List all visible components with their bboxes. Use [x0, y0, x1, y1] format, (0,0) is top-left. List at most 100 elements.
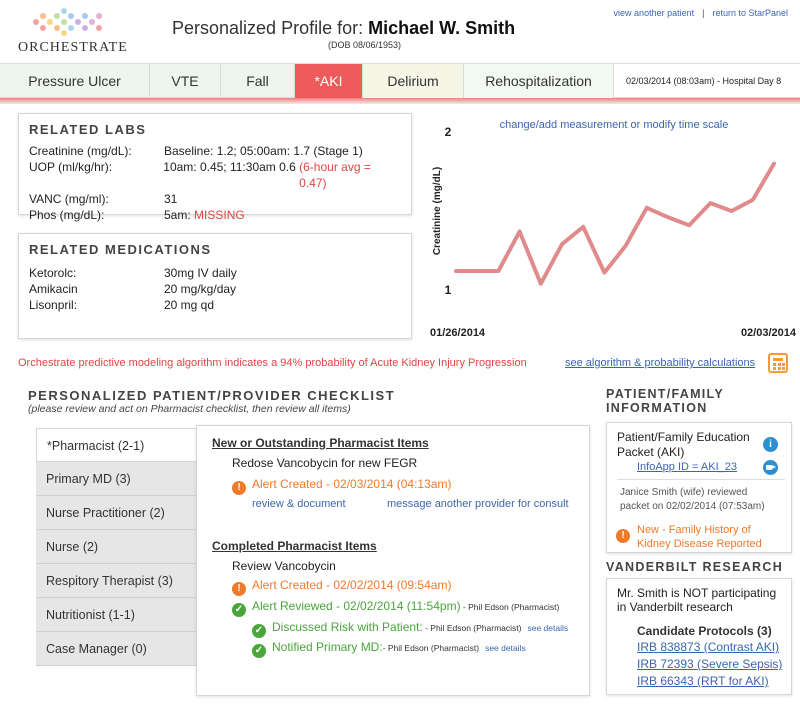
- alert-reviewed-by: - Phil Edson (Pharmacist): [460, 602, 560, 612]
- lab-label: Phos (mg/dL):: [29, 208, 105, 222]
- patient-family-panel: Patient/Family Education Packet (AKI) i …: [606, 422, 792, 553]
- lab-label: VANC (mg/ml):: [29, 192, 109, 206]
- creatinine-chart: change/add measurement or modify time sc…: [420, 112, 798, 344]
- role-tab-nutritionist[interactable]: Nutritionist (1-1): [36, 598, 196, 632]
- packet-review-note: Janice Smith (wife) reviewed packet on 0…: [620, 486, 765, 514]
- protocol-link[interactable]: IRB 72393 (Severe Sepsis): [637, 657, 782, 671]
- tab-vte[interactable]: VTE: [150, 64, 221, 98]
- divider: [617, 479, 785, 480]
- tab-delirium[interactable]: Delirium: [363, 64, 464, 98]
- page-title: Personalized Profile for: Michael W. Smi…: [172, 18, 515, 39]
- protocol-link[interactable]: IRB 838873 (Contrast AKI): [637, 640, 779, 654]
- see-details-link[interactable]: see details: [485, 643, 526, 653]
- creatinine-chart-svg: change/add measurement or modify time sc…: [430, 119, 797, 339]
- candidate-protocols-heading: Candidate Protocols (3): [637, 624, 772, 638]
- title-prefix: Personalized Profile for:: [172, 18, 364, 38]
- prediction-text: Orchestrate predictive modeling algorith…: [18, 357, 527, 369]
- lab-row-vanc: VANC (mg/ml): 31: [29, 191, 401, 207]
- see-details-link[interactable]: see details: [527, 623, 568, 633]
- chart-y-tick-bottom: 1: [445, 283, 452, 297]
- chart-y-axis-label: Creatinine (mg/dL): [432, 167, 443, 255]
- pharmacist-checklist-panel: New or Outstanding Pharmacist Items Redo…: [196, 425, 590, 696]
- patient-name: Michael W. Smith: [368, 18, 516, 38]
- top-links: view another patient | return to StarPanel: [614, 8, 788, 18]
- message-provider-link[interactable]: message another provider for consult: [387, 498, 569, 510]
- patient-family-heading-line2: INFORMATION: [606, 401, 708, 415]
- role-tab-pharmacist[interactable]: *Pharmacist (2-1): [36, 428, 196, 462]
- calculator-icon[interactable]: [768, 353, 788, 373]
- outstanding-alert-row: ! Alert Created - 02/03/2014 (04:13am): [232, 477, 451, 495]
- med-row: Ketorolc: 30mg IV daily: [29, 265, 401, 281]
- outstanding-item: Redose Vancobycin for new FEGR: [232, 456, 418, 470]
- chart-x-tick-end: 02/03/2014: [741, 327, 797, 339]
- education-title-line1: Patient/Family Education: [617, 430, 750, 444]
- med-dose: 20 mg qd: [164, 298, 215, 312]
- med-name: Ketorolc:: [29, 266, 77, 280]
- infoapp-link[interactable]: InfoApp ID = AKI_23: [637, 461, 737, 473]
- med-row: Lisonpril: 20 mg qd: [29, 297, 401, 313]
- alert-icon: !: [232, 481, 246, 495]
- discussed-risk-text: Discussed Risk with Patient:: [272, 620, 423, 634]
- completed-alert-text: Alert Created - 02/02/2014 (09:54am): [252, 578, 452, 592]
- lab-value: 10am: 0.45; 11:30am 0.6: [163, 160, 300, 174]
- role-tabs: *Pharmacist (2-1) Primary MD (3) Nurse P…: [36, 428, 196, 666]
- tab-pressure-ulcer[interactable]: Pressure Ulcer: [0, 64, 150, 98]
- tab-aki[interactable]: *AKI: [295, 64, 363, 98]
- video-camera-icon[interactable]: [763, 460, 778, 475]
- risk-tabbar: Pressure Ulcer VTE Fall *AKI Delirium Re…: [0, 63, 800, 98]
- role-tab-respiratory-therapist[interactable]: Respitory Therapist (3): [36, 564, 196, 598]
- patient-family-heading-line1: PATIENT/FAMILY: [606, 387, 724, 401]
- modify-time-scale-link[interactable]: change/add measurement or modify time sc…: [500, 119, 729, 131]
- link-separator: |: [702, 8, 705, 18]
- completed-item: Review Vancobycin: [232, 559, 336, 573]
- role-tab-primary-md[interactable]: Primary MD (3): [36, 462, 196, 496]
- research-status: Mr. Smith is NOT participating in Vander…: [617, 586, 776, 614]
- role-tab-nurse-practitioner[interactable]: Nurse Practitioner (2): [36, 496, 196, 530]
- research-status-line1: Mr. Smith is NOT participating: [617, 586, 777, 600]
- tab-fall[interactable]: Fall: [221, 64, 295, 98]
- active-tab-underline: [0, 98, 800, 104]
- chart-x-tick-start: 01/26/2014: [430, 327, 486, 339]
- related-labs-panel: RELATED LABS Creatinine (mg/dL): Baselin…: [18, 113, 412, 222]
- med-name: Amikacin: [29, 282, 78, 296]
- notified-md-row: ✓ Notified Primary MD:- Phil Edson (Pharm…: [252, 640, 526, 658]
- lab-value: 31: [164, 192, 178, 206]
- family-history-alert-line2: Kidney Disease Reported: [637, 538, 762, 550]
- notified-md-text: Notified Primary MD:: [272, 640, 383, 654]
- view-another-patient-link[interactable]: view another patient: [614, 8, 695, 18]
- lab-value: 5am:: [164, 208, 195, 222]
- alert-icon: !: [616, 529, 630, 543]
- review-document-link[interactable]: review & document: [252, 498, 346, 510]
- hospital-day-info: 02/03/2014 (08:03am) - Hospital Day 8: [614, 64, 800, 97]
- related-medications-heading: RELATED MEDICATIONS: [29, 242, 212, 257]
- role-tab-nurse[interactable]: Nurse (2): [36, 530, 196, 564]
- education-packet-title: Patient/Family Education Packet (AKI): [617, 430, 750, 460]
- med-dose: 30mg IV daily: [164, 266, 237, 280]
- creatinine-series-line: [454, 161, 776, 286]
- check-icon: ✓: [232, 603, 246, 617]
- alert-icon: !: [232, 582, 246, 596]
- logo-text: ORCHESTRATE: [18, 40, 128, 55]
- check-icon: ✓: [252, 624, 266, 638]
- lab-label: Creatinine (mg/dL):: [29, 144, 132, 158]
- discussed-risk-row: ✓ Discussed Risk with Patient: - Phil Eds…: [252, 620, 568, 638]
- completed-heading: Completed Pharmacist Items: [212, 539, 377, 553]
- info-icon[interactable]: i: [763, 437, 778, 452]
- orchestrate-logo: ORCHESTRATE: [18, 8, 128, 56]
- alert-reviewed-text: Alert Reviewed - 02/02/2014 (11:54pm): [252, 599, 461, 613]
- med-row: Amikacin 20 mg/kg/day: [29, 281, 401, 297]
- see-algorithm-link[interactable]: see algorithm & probability calculations: [565, 357, 755, 369]
- lab-row-uop: UOP (ml/kg/hr): 10am: 0.45; 11:30am 0.6 …: [29, 159, 401, 191]
- lab-row-creatinine: Creatinine (mg/dL): Baseline: 1.2; 05:00…: [29, 143, 401, 159]
- lab-flag-missing: MISSING: [194, 208, 245, 222]
- related-medications-panel: RELATED MEDICATIONS Ketorolc: 30mg IV da…: [18, 233, 412, 339]
- protocol-link[interactable]: IRB 66343 (RRT for AKI): [637, 674, 769, 688]
- packet-review-note-line2: packet on 02/02/2014 (07:53am): [620, 501, 765, 512]
- role-tab-case-manager[interactable]: Case Manager (0): [36, 632, 196, 666]
- tab-rehospitalization[interactable]: Rehospitalization: [464, 64, 614, 98]
- return-to-starpanel-link[interactable]: return to StarPanel: [712, 8, 788, 18]
- lab-value: Baseline: 1.2; 05:00am: 1.7 (Stage 1): [164, 144, 363, 158]
- patient-family-heading: PATIENT/FAMILY INFORMATION: [606, 387, 724, 415]
- checklist-heading: PERSONALIZED PATIENT/PROVIDER CHECKLIST: [28, 388, 396, 403]
- checklist-subheading: (please review and act on Pharmacist che…: [28, 403, 351, 415]
